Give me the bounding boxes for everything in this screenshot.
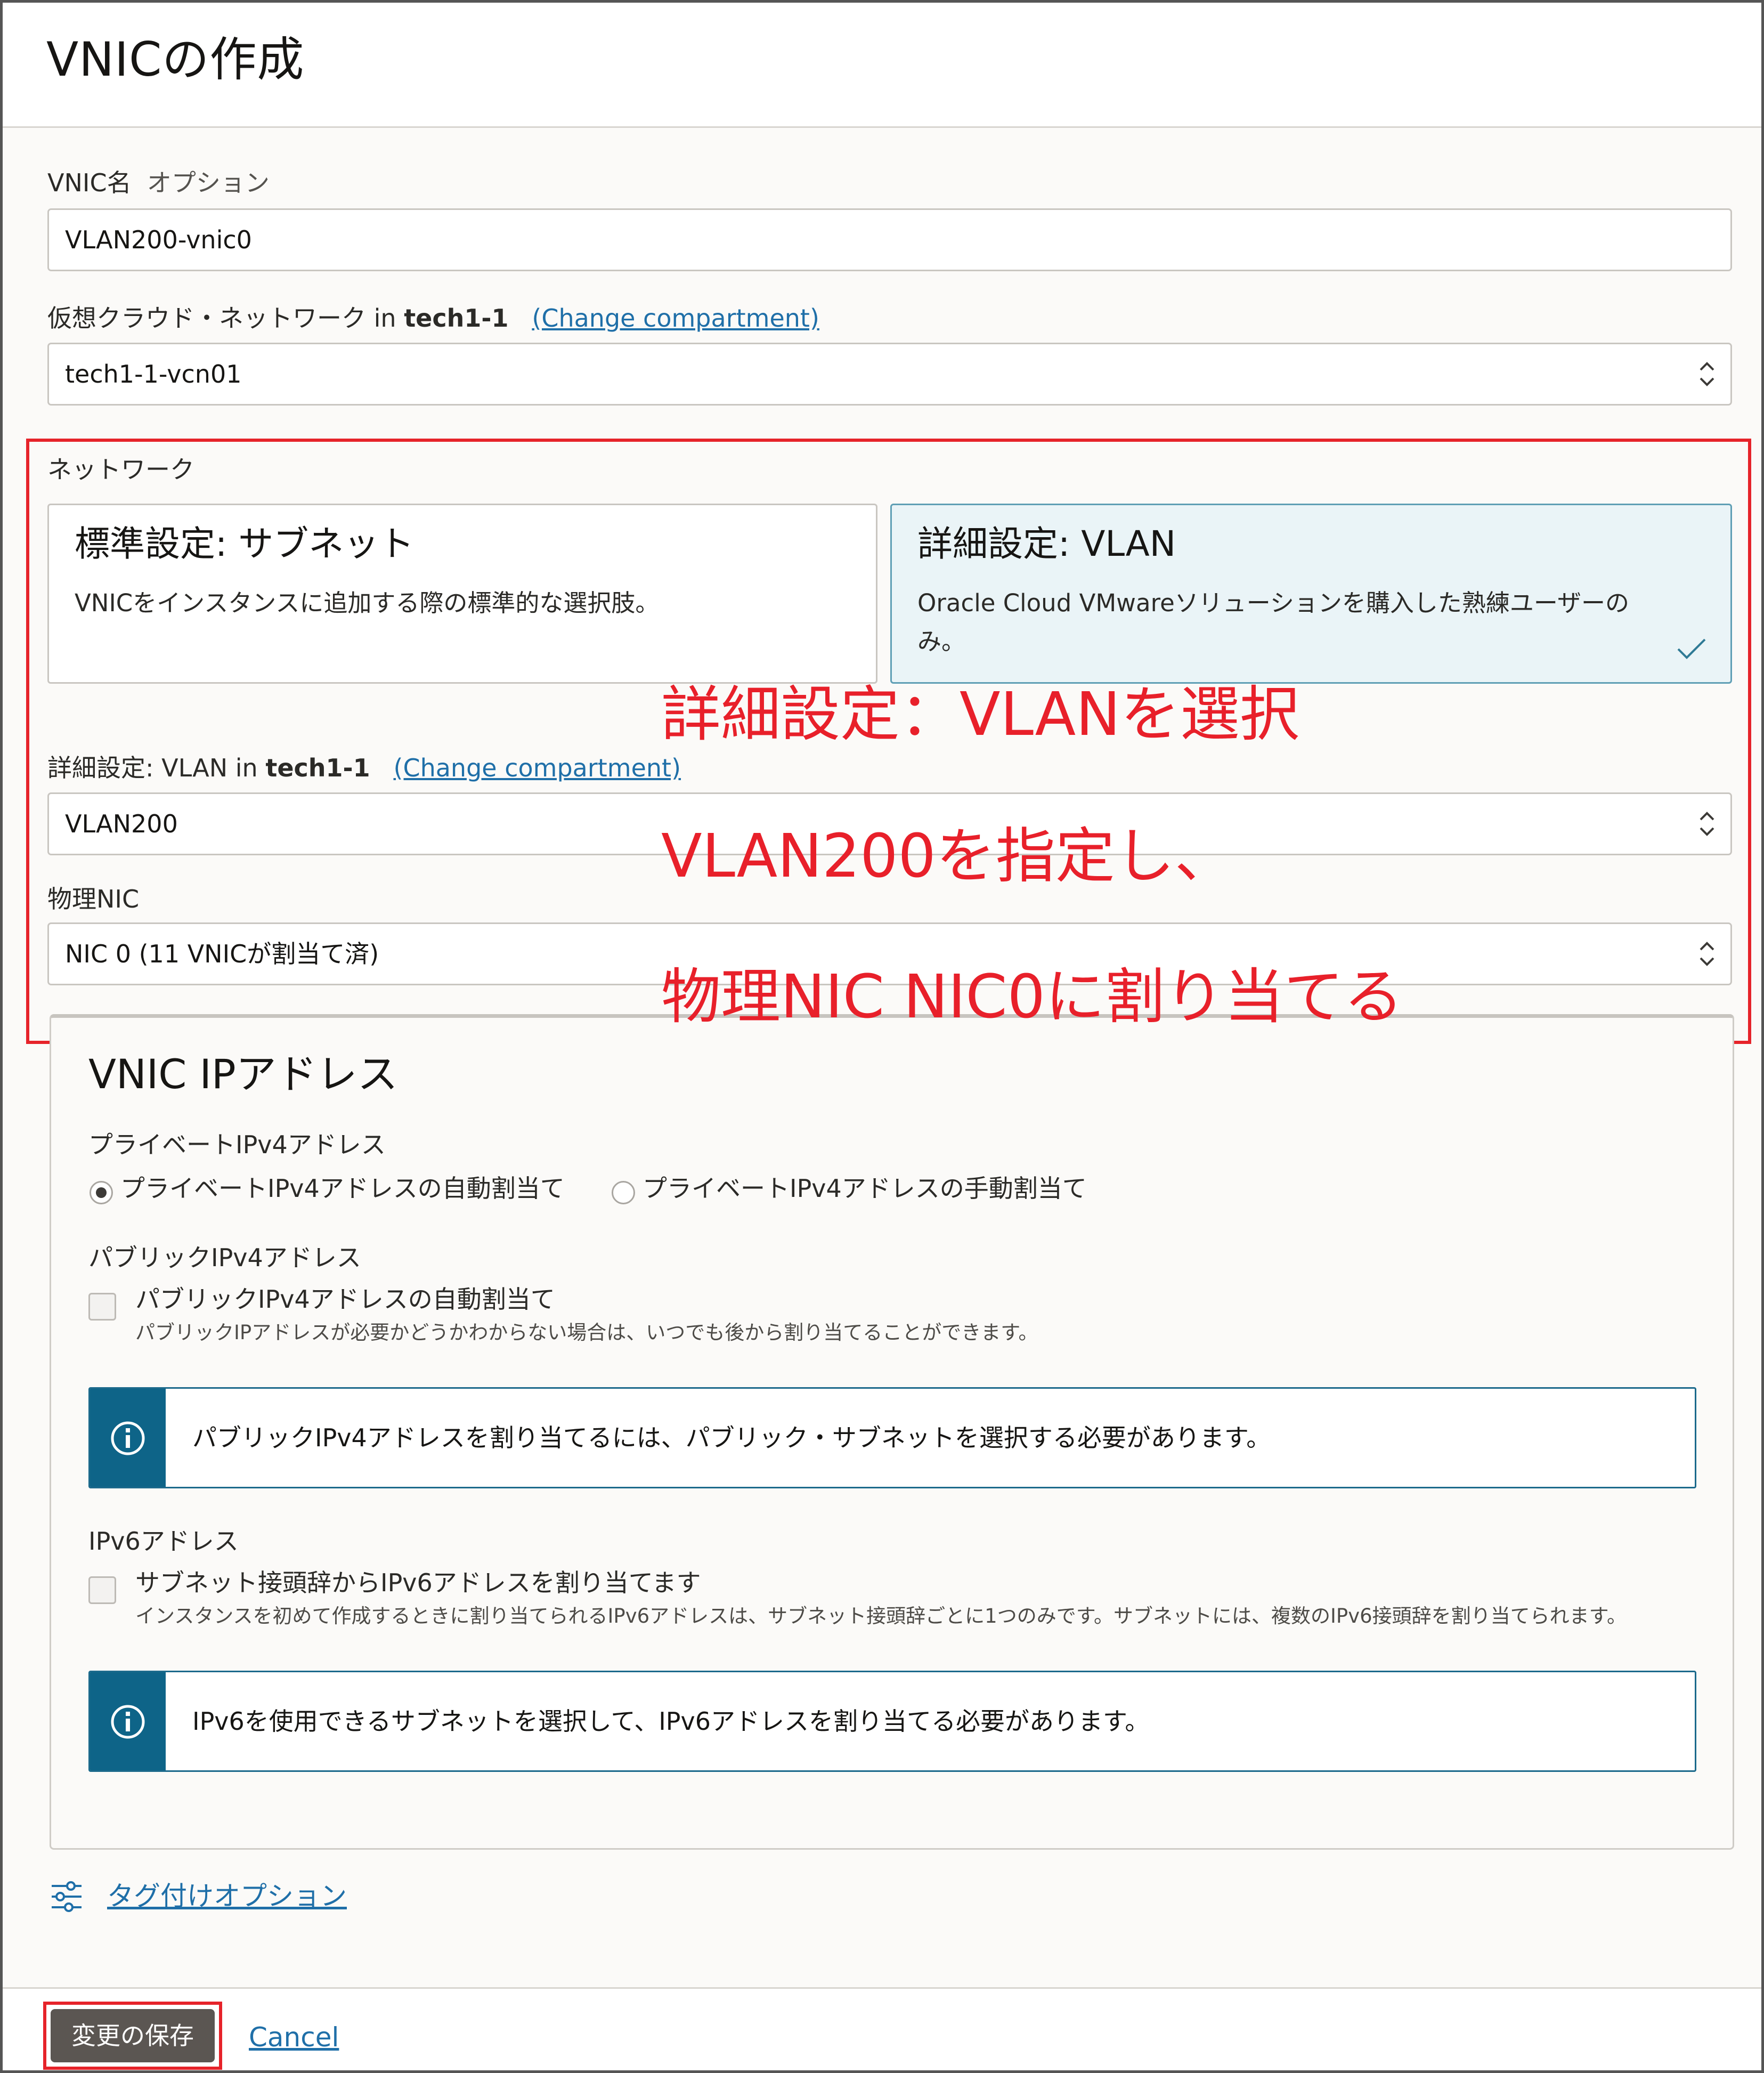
physical-nic-label: 物理NIC xyxy=(47,885,140,913)
public-ipv4-checkbox-label[interactable]: パブリックIPv4アドレスの自動割当て xyxy=(135,1283,555,1315)
ipv6-info-text: IPv6を使用できるサブネットを選択して、IPv6アドレスを割り当てる必要があり… xyxy=(192,1707,1150,1736)
public-ipv4-info-banner: パブリックIPv4アドレスを割り当てるには、パブリック・サブネットを選択する必要… xyxy=(88,1387,1696,1488)
vnic-name-label: VNIC名 オプション xyxy=(47,167,270,199)
create-vnic-dialog: VNICの作成 VNIC名 オプション VLAN200-vnic0 仮想クラウド… xyxy=(0,0,1764,2073)
vcn-change-compartment-link[interactable]: (Change compartment) xyxy=(532,304,819,333)
subnet-card-description: VNICをインスタンスに追加する際の標準的な選択肢。 xyxy=(75,589,660,617)
annotation-line-3: 物理NIC NIC0に割り当てる xyxy=(661,962,1403,1032)
vnic-name-value: VLAN200-vnic0 xyxy=(65,225,252,254)
vcn-select-value: tech1-1-vcn01 xyxy=(65,360,242,388)
ipv6-label: IPv6アドレス xyxy=(88,1527,239,1556)
vlan-label: 詳細設定: VLAN in tech1-1 (Change compartmen… xyxy=(47,752,681,784)
network-label: ネットワーク xyxy=(47,455,194,484)
vlan-change-compartment-link[interactable]: (Change compartment) xyxy=(394,754,681,782)
ipv6-info-banner: IPv6を使用できるサブネットを選択して、IPv6アドレスを割り当てる必要があり… xyxy=(88,1671,1696,1772)
select-chevron-icon xyxy=(1700,942,1714,966)
vnic-name-input[interactable]: VLAN200-vnic0 xyxy=(47,208,1732,271)
ipv6-checkbox-label[interactable]: サブネット接頭辞からIPv6アドレスを割り当てます xyxy=(135,1567,701,1599)
private-ipv4-auto-label[interactable]: プライベートIPv4アドレスの自動割当て xyxy=(120,1172,565,1204)
subnet-card-title: 標準設定: サブネット xyxy=(75,523,414,564)
public-ipv4-info-text: パブリックIPv4アドレスを割り当てるには、パブリック・サブネットを選択する必要… xyxy=(192,1423,1271,1452)
select-chevron-icon xyxy=(1700,362,1714,386)
dialog-header: VNICの作成 xyxy=(3,3,1761,128)
annotation-line-1: 詳細設定：VLANを選択 xyxy=(661,680,1299,749)
public-ipv4-label: パブリックIPv4アドレス xyxy=(88,1243,361,1272)
vlan-compartment: tech1-1 xyxy=(265,754,370,782)
vnic-ip-panel: VNIC IPアドレス プライベートIPv4アドレス プライベートIPv4アドレ… xyxy=(50,1014,1734,1850)
save-changes-button[interactable]: 変更の保存 xyxy=(51,2009,215,2062)
vlan-select-value: VLAN200 xyxy=(65,809,178,838)
physical-nic-value: NIC 0 (11 VNICが割当て済) xyxy=(65,940,379,968)
network-option-subnet[interactable]: 標準設定: サブネット VNICをインスタンスに追加する際の標準的な選択肢。 xyxy=(47,504,877,684)
ipv6-help-text: インスタンスを初めて作成するときに割り当てられるIPv6アドレスは、サブネット接… xyxy=(135,1605,1627,1627)
vcn-compartment: tech1-1 xyxy=(404,304,509,333)
checkmark-icon xyxy=(1677,638,1706,659)
info-icon xyxy=(111,1421,145,1455)
ip-section-title: VNIC IPアドレス xyxy=(88,1050,398,1098)
private-ipv4-auto-radio[interactable] xyxy=(90,1181,113,1204)
vcn-label-prefix: 仮想クラウド・ネットワーク in xyxy=(47,304,404,333)
info-banner-stripe xyxy=(90,1672,166,1770)
private-ipv4-manual-label[interactable]: プライベートIPv4アドレスの手動割当て xyxy=(643,1172,1087,1204)
vlan-card-title: 詳細設定: VLAN xyxy=(917,523,1176,564)
dialog-footer: 変更の保存 Cancel xyxy=(3,1987,1761,2070)
cancel-link[interactable]: Cancel xyxy=(249,2019,339,2056)
vcn-select[interactable]: tech1-1-vcn01 xyxy=(47,343,1732,406)
select-chevron-icon xyxy=(1700,812,1714,836)
network-option-vlan[interactable]: 詳細設定: VLAN Oracle Cloud VMwareソリューションを購入… xyxy=(890,504,1732,684)
public-ipv4-checkbox[interactable] xyxy=(88,1293,116,1321)
page-title: VNICの作成 xyxy=(46,32,305,87)
info-banner-stripe xyxy=(90,1389,166,1487)
tagging-options-link[interactable]: タグ付けオプション xyxy=(107,1877,347,1915)
ipv6-checkbox[interactable] xyxy=(88,1576,116,1604)
vlan-card-description: Oracle Cloud VMwareソリューションを購入した熟練ユーザーのみ。 xyxy=(917,589,1629,655)
optional-tag: オプション xyxy=(147,168,270,197)
public-ipv4-help-text: パブリックIPアドレスが必要かどうかわからない場合は、いつでも後から割り当てるこ… xyxy=(135,1321,1038,1344)
vlan-label-prefix: 詳細設定: VLAN in xyxy=(47,754,266,782)
annotation-line-2: VLAN200を指定し、 xyxy=(661,822,1234,891)
vnic-name-label-text: VNIC名 xyxy=(47,168,132,197)
private-ipv4-label: プライベートIPv4アドレス xyxy=(88,1130,386,1159)
info-icon xyxy=(111,1705,145,1739)
private-ipv4-manual-radio[interactable] xyxy=(612,1181,635,1204)
sliders-icon xyxy=(52,1881,82,1912)
vcn-label: 仮想クラウド・ネットワーク in tech1-1 (Change compart… xyxy=(47,302,819,334)
